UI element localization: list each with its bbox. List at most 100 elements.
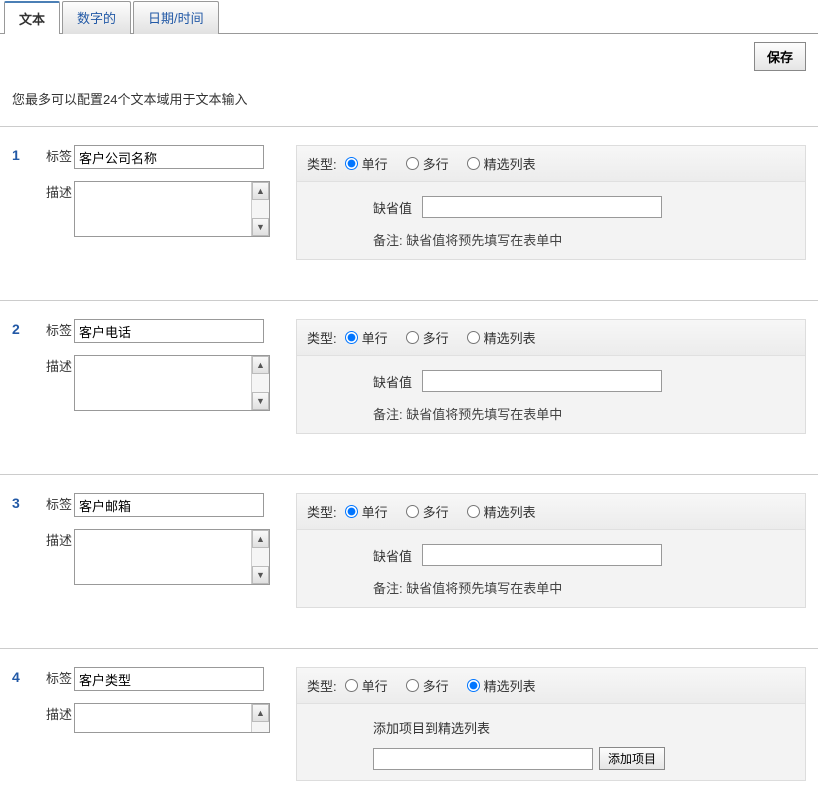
tab-datetime[interactable]: 日期/时间 xyxy=(133,1,219,34)
desc-textarea[interactable] xyxy=(75,530,251,584)
desc-textarea[interactable] xyxy=(75,182,251,236)
default-section: 缺省值 备注: 缺省值将预先填写在表单中 xyxy=(297,182,805,259)
radio-multi-label: 多行 xyxy=(423,502,449,521)
field-block: 1 标签 描述 ▲ ▼ 类型: 单行 多行 精选列表 xyxy=(0,126,818,300)
save-button[interactable]: 保存 xyxy=(754,42,806,71)
default-input[interactable] xyxy=(422,370,662,392)
desc-label: 描述 xyxy=(46,529,74,585)
tag-label: 标签 xyxy=(46,493,74,517)
field-number: 3 xyxy=(12,493,46,608)
tag-input[interactable] xyxy=(74,667,264,691)
field-number: 1 xyxy=(12,145,46,260)
intro-text: 您最多可以配置24个文本域用于文本输入 xyxy=(0,79,818,126)
radio-single-label: 单行 xyxy=(362,502,388,521)
save-row: 保存 xyxy=(0,34,818,79)
tabs-bar: 文本 数字的 日期/时间 xyxy=(0,0,818,34)
radio-multi[interactable]: 多行 xyxy=(406,502,449,521)
default-label: 缺省值 xyxy=(373,546,412,565)
default-label: 缺省值 xyxy=(373,372,412,391)
scroll-up-icon[interactable]: ▲ xyxy=(252,182,269,200)
field-left-col: 标签 描述 ▲ ▼ xyxy=(46,493,296,608)
note-text: 备注: 缺省值将预先填写在表单中 xyxy=(373,578,795,597)
tag-label: 标签 xyxy=(46,145,74,169)
field-block: 3 标签 描述 ▲ ▼ 类型: 单行 多行 精选列表 xyxy=(0,474,818,648)
tag-input[interactable] xyxy=(74,319,264,343)
field-right-col: 类型: 单行 多行 精选列表 缺省值 备注: 缺省值将预先填写在表单中 xyxy=(296,145,806,260)
radio-multi-label: 多行 xyxy=(423,154,449,173)
radio-single[interactable]: 单行 xyxy=(345,502,388,521)
type-label: 类型: xyxy=(307,154,337,173)
radio-picklist-label: 精选列表 xyxy=(484,502,536,521)
scrollbar: ▲ ▼ xyxy=(251,356,269,410)
radio-single-label: 单行 xyxy=(362,676,388,695)
default-section: 缺省值 备注: 缺省值将预先填写在表单中 xyxy=(297,356,805,433)
field-right-col: 类型: 单行 多行 精选列表 缺省值 备注: 缺省值将预先填写在表单中 xyxy=(296,493,806,608)
tag-input[interactable] xyxy=(74,145,264,169)
desc-textarea-wrap: ▲ ▼ xyxy=(74,529,270,585)
radio-picklist[interactable]: 精选列表 xyxy=(467,154,536,173)
type-label: 类型: xyxy=(307,676,337,695)
radio-multi-label: 多行 xyxy=(423,676,449,695)
desc-label: 描述 xyxy=(46,703,74,733)
field-left-col: 标签 描述 ▲ ▼ xyxy=(46,145,296,260)
field-number: 4 xyxy=(12,667,46,781)
scroll-up-icon[interactable]: ▲ xyxy=(252,356,269,374)
scroll-down-icon[interactable]: ▼ xyxy=(252,392,269,410)
scroll-down-icon[interactable]: ▼ xyxy=(252,218,269,236)
add-item-button[interactable]: 添加项目 xyxy=(599,747,665,770)
tag-input[interactable] xyxy=(74,493,264,517)
desc-textarea-wrap: ▲ xyxy=(74,703,270,733)
default-label: 缺省值 xyxy=(373,198,412,217)
desc-textarea[interactable] xyxy=(75,356,251,410)
field-block: 4 标签 描述 ▲ 类型: 单行 多行 精选列表 添加项目到精选列表 xyxy=(0,648,818,791)
field-block: 2 标签 描述 ▲ ▼ 类型: 单行 多行 精选列表 xyxy=(0,300,818,474)
desc-label: 描述 xyxy=(46,181,74,237)
type-row: 类型: 单行 多行 精选列表 xyxy=(297,320,805,356)
type-row: 类型: 单行 多行 精选列表 xyxy=(297,146,805,182)
scroll-up-icon[interactable]: ▲ xyxy=(252,704,269,722)
desc-textarea-wrap: ▲ ▼ xyxy=(74,355,270,411)
radio-multi[interactable]: 多行 xyxy=(406,328,449,347)
radio-picklist[interactable]: 精选列表 xyxy=(467,676,536,695)
note-text: 备注: 缺省值将预先填写在表单中 xyxy=(373,230,795,249)
tag-label: 标签 xyxy=(46,667,74,691)
default-section: 缺省值 备注: 缺省值将预先填写在表单中 xyxy=(297,530,805,607)
scrollbar: ▲ xyxy=(251,704,269,732)
field-left-col: 标签 描述 ▲ ▼ xyxy=(46,319,296,434)
desc-label: 描述 xyxy=(46,355,74,411)
scrollbar: ▲ ▼ xyxy=(251,530,269,584)
field-right-col: 类型: 单行 多行 精选列表 添加项目到精选列表 添加项目 xyxy=(296,667,806,781)
scrollbar: ▲ ▼ xyxy=(251,182,269,236)
tag-label: 标签 xyxy=(46,319,74,343)
radio-single-label: 单行 xyxy=(362,328,388,347)
radio-picklist[interactable]: 精选列表 xyxy=(467,502,536,521)
picklist-section: 添加项目到精选列表 添加项目 xyxy=(297,704,805,780)
radio-single[interactable]: 单行 xyxy=(345,328,388,347)
type-label: 类型: xyxy=(307,328,337,347)
type-row: 类型: 单行 多行 精选列表 xyxy=(297,494,805,530)
desc-textarea[interactable] xyxy=(75,704,251,732)
radio-picklist[interactable]: 精选列表 xyxy=(467,328,536,347)
scroll-down-icon[interactable]: ▼ xyxy=(252,566,269,584)
field-left-col: 标签 描述 ▲ xyxy=(46,667,296,781)
default-input[interactable] xyxy=(422,196,662,218)
radio-picklist-label: 精选列表 xyxy=(484,676,536,695)
radio-picklist-label: 精选列表 xyxy=(484,328,536,347)
tab-text[interactable]: 文本 xyxy=(4,1,60,34)
default-input[interactable] xyxy=(422,544,662,566)
radio-multi[interactable]: 多行 xyxy=(406,154,449,173)
type-label: 类型: xyxy=(307,502,337,521)
tab-numeric[interactable]: 数字的 xyxy=(62,1,131,34)
field-number: 2 xyxy=(12,319,46,434)
picklist-title: 添加项目到精选列表 xyxy=(373,718,795,737)
picklist-input[interactable] xyxy=(373,748,593,770)
type-row: 类型: 单行 多行 精选列表 xyxy=(297,668,805,704)
radio-single[interactable]: 单行 xyxy=(345,676,388,695)
radio-multi[interactable]: 多行 xyxy=(406,676,449,695)
radio-picklist-label: 精选列表 xyxy=(484,154,536,173)
field-right-col: 类型: 单行 多行 精选列表 缺省值 备注: 缺省值将预先填写在表单中 xyxy=(296,319,806,434)
scroll-up-icon[interactable]: ▲ xyxy=(252,530,269,548)
radio-multi-label: 多行 xyxy=(423,328,449,347)
radio-single[interactable]: 单行 xyxy=(345,154,388,173)
note-text: 备注: 缺省值将预先填写在表单中 xyxy=(373,404,795,423)
